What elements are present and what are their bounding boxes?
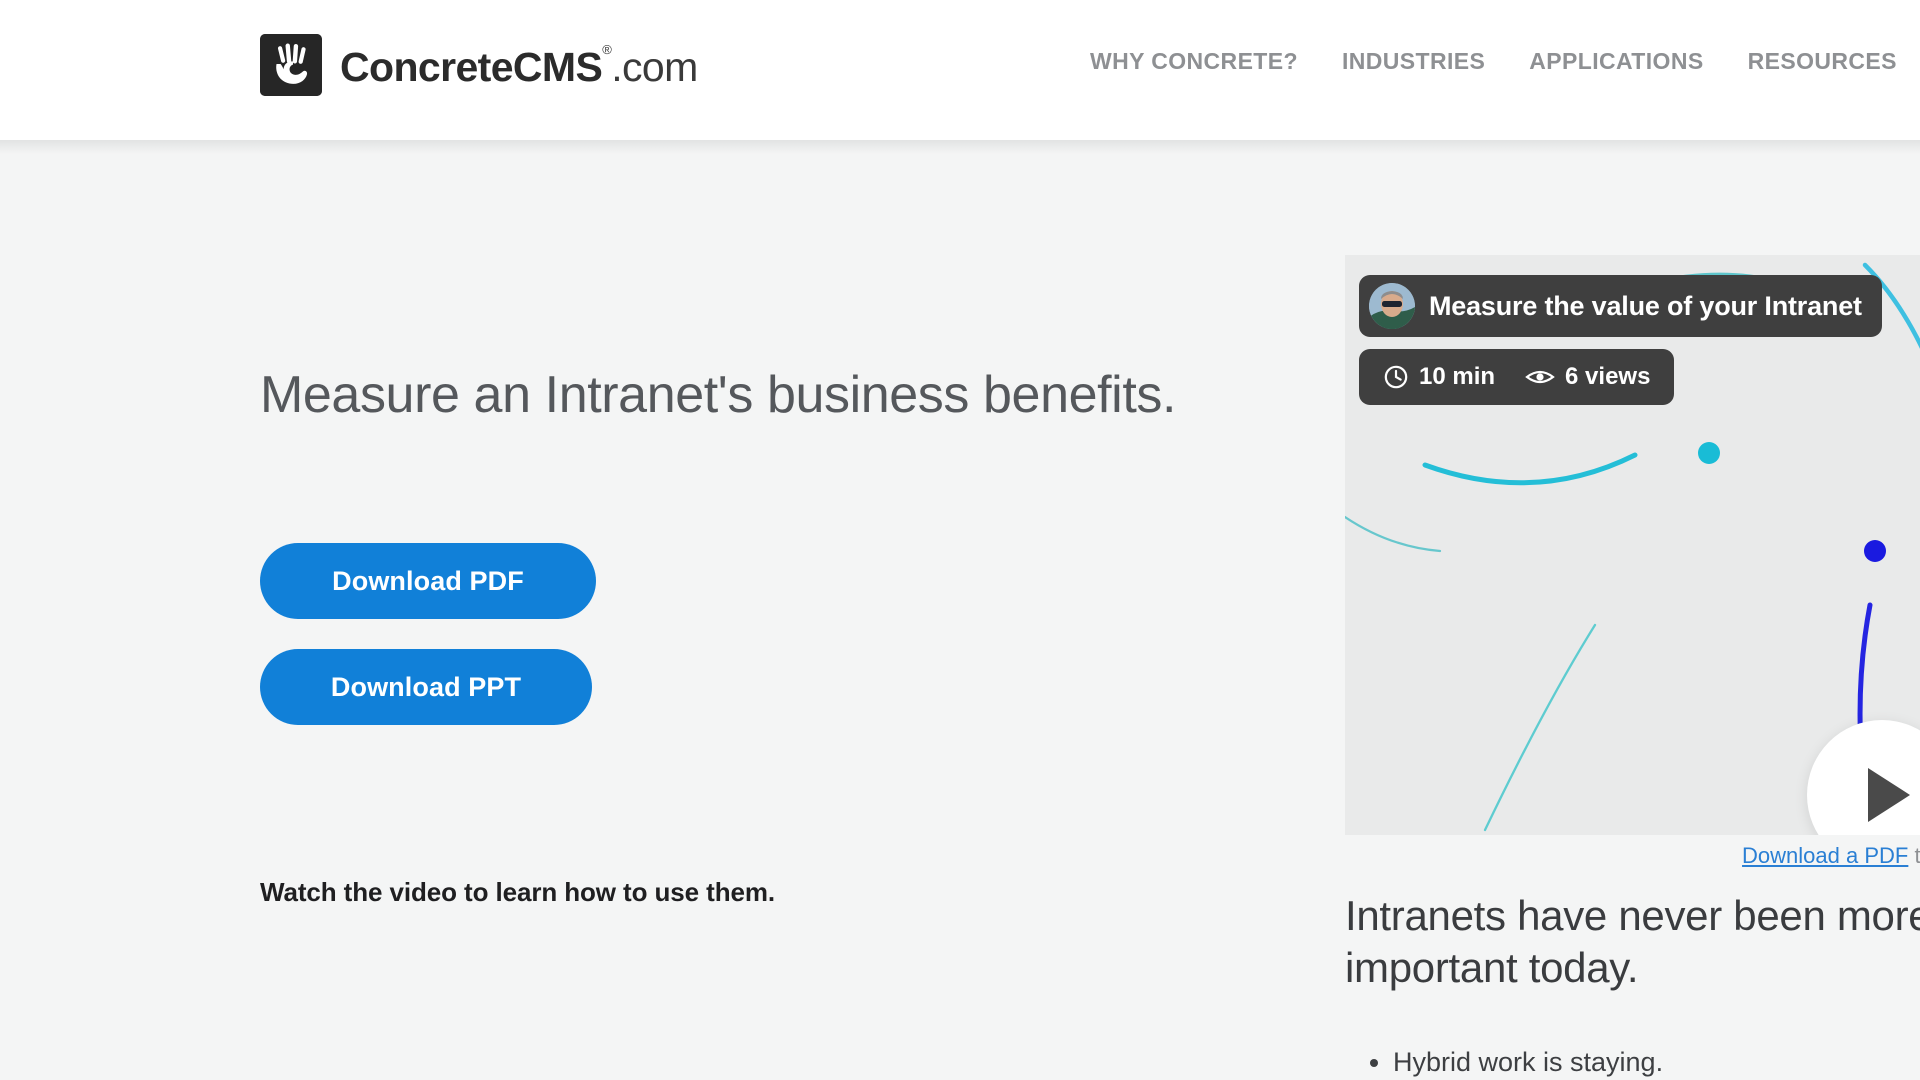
main-navigation: WHY CONCRETE? INDUSTRIES APPLICATIONS RE… xyxy=(1090,48,1897,75)
eye-icon xyxy=(1525,370,1555,384)
pdf-caption-rest: that goes xyxy=(1914,843,1920,868)
brand-wordmark: ConcreteCMS®.com xyxy=(340,43,698,88)
page-content: Measure an Intranet's business benefits.… xyxy=(0,140,1920,1080)
nav-item-why-concrete[interactable]: WHY CONCRETE? xyxy=(1090,48,1298,75)
list-item: Hybrid work is staying. xyxy=(1393,1042,1920,1080)
nav-item-applications[interactable]: APPLICATIONS xyxy=(1529,48,1703,75)
play-triangle xyxy=(1868,768,1910,822)
video-title-overlay: Measure the value of your Intranet xyxy=(1359,275,1882,337)
pdf-caption: Download a PDF that goes xyxy=(1345,843,1920,869)
nav-item-industries[interactable]: INDUSTRIES xyxy=(1342,48,1485,75)
nav-item-resources[interactable]: RESOURCES xyxy=(1748,48,1897,75)
download-ppt-button[interactable]: Download PPT xyxy=(260,649,592,725)
download-pdf-button[interactable]: Download PDF xyxy=(260,543,596,619)
brand-name-strong: ConcreteCMS xyxy=(340,43,603,90)
registered-mark: ® xyxy=(602,41,612,57)
clock-icon xyxy=(1384,365,1408,389)
benefits-list: Hybrid work is staying. Communication is… xyxy=(1393,1042,1920,1080)
watch-video-note: Watch the video to learn how to use them… xyxy=(260,877,775,907)
video-views-label: 6 views xyxy=(1565,363,1651,390)
brand-name-light: .com xyxy=(611,43,698,90)
download-a-pdf-link[interactable]: Download a PDF xyxy=(1742,843,1908,868)
video-duration-stat: 10 min xyxy=(1383,363,1495,391)
brand-logo-link[interactable]: ConcreteCMS®.com xyxy=(260,34,698,96)
video-thumbnail-card[interactable]: Measure the value of your Intranet 10 mi… xyxy=(1345,255,1920,835)
presenter-avatar xyxy=(1369,283,1415,329)
site-header: ConcreteCMS®.com WHY CONCRETE? INDUSTRIE… xyxy=(0,0,1920,154)
video-views-stat: 6 views xyxy=(1525,363,1650,391)
video-title-text: Measure the value of your Intranet xyxy=(1429,290,1862,321)
page-title: Measure an Intranet's business benefits. xyxy=(260,366,1177,424)
right-column-heading: Intranets have never been more important… xyxy=(1345,892,1920,992)
video-stats-overlay: 10 min 6 views xyxy=(1359,349,1675,405)
concrete-hand-logo-icon xyxy=(260,34,322,96)
video-duration-label: 10 min xyxy=(1419,363,1496,390)
